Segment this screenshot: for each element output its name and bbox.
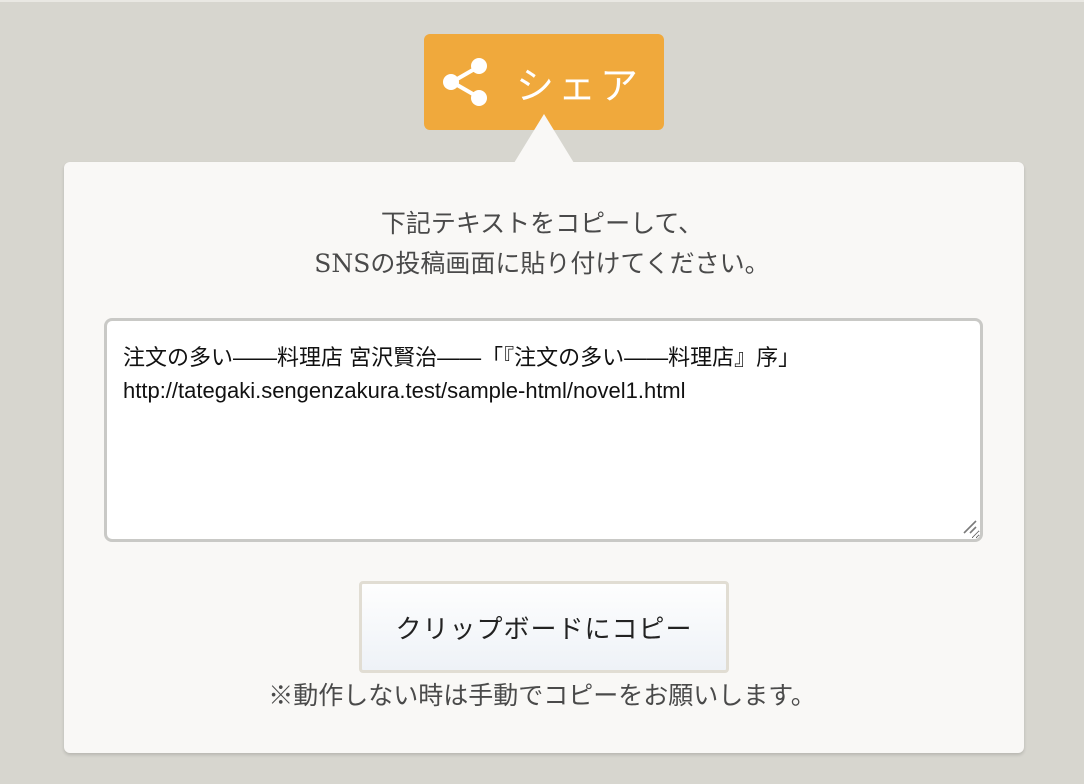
top-edge <box>0 0 1084 2</box>
manual-copy-note: ※動作しない時は手動でコピーをお願いします。 <box>268 681 816 710</box>
instruction-line-1: 下記テキストをコピーして、 <box>380 209 704 238</box>
copy-to-clipboard-button[interactable]: クリップボードにコピー <box>359 581 729 673</box>
share-icon <box>438 54 494 110</box>
share-text-area[interactable] <box>104 318 983 542</box>
panel-pointer <box>514 114 574 163</box>
instruction-text: 下記テキストをコピーして、 SNSの投稿画面に貼り付けてください。 <box>0 204 1084 284</box>
resize-grip-icon[interactable] <box>961 518 977 534</box>
instruction-line-2: SNSの投稿画面に貼り付けてください。 <box>314 249 770 278</box>
share-label: シェア <box>515 63 642 108</box>
